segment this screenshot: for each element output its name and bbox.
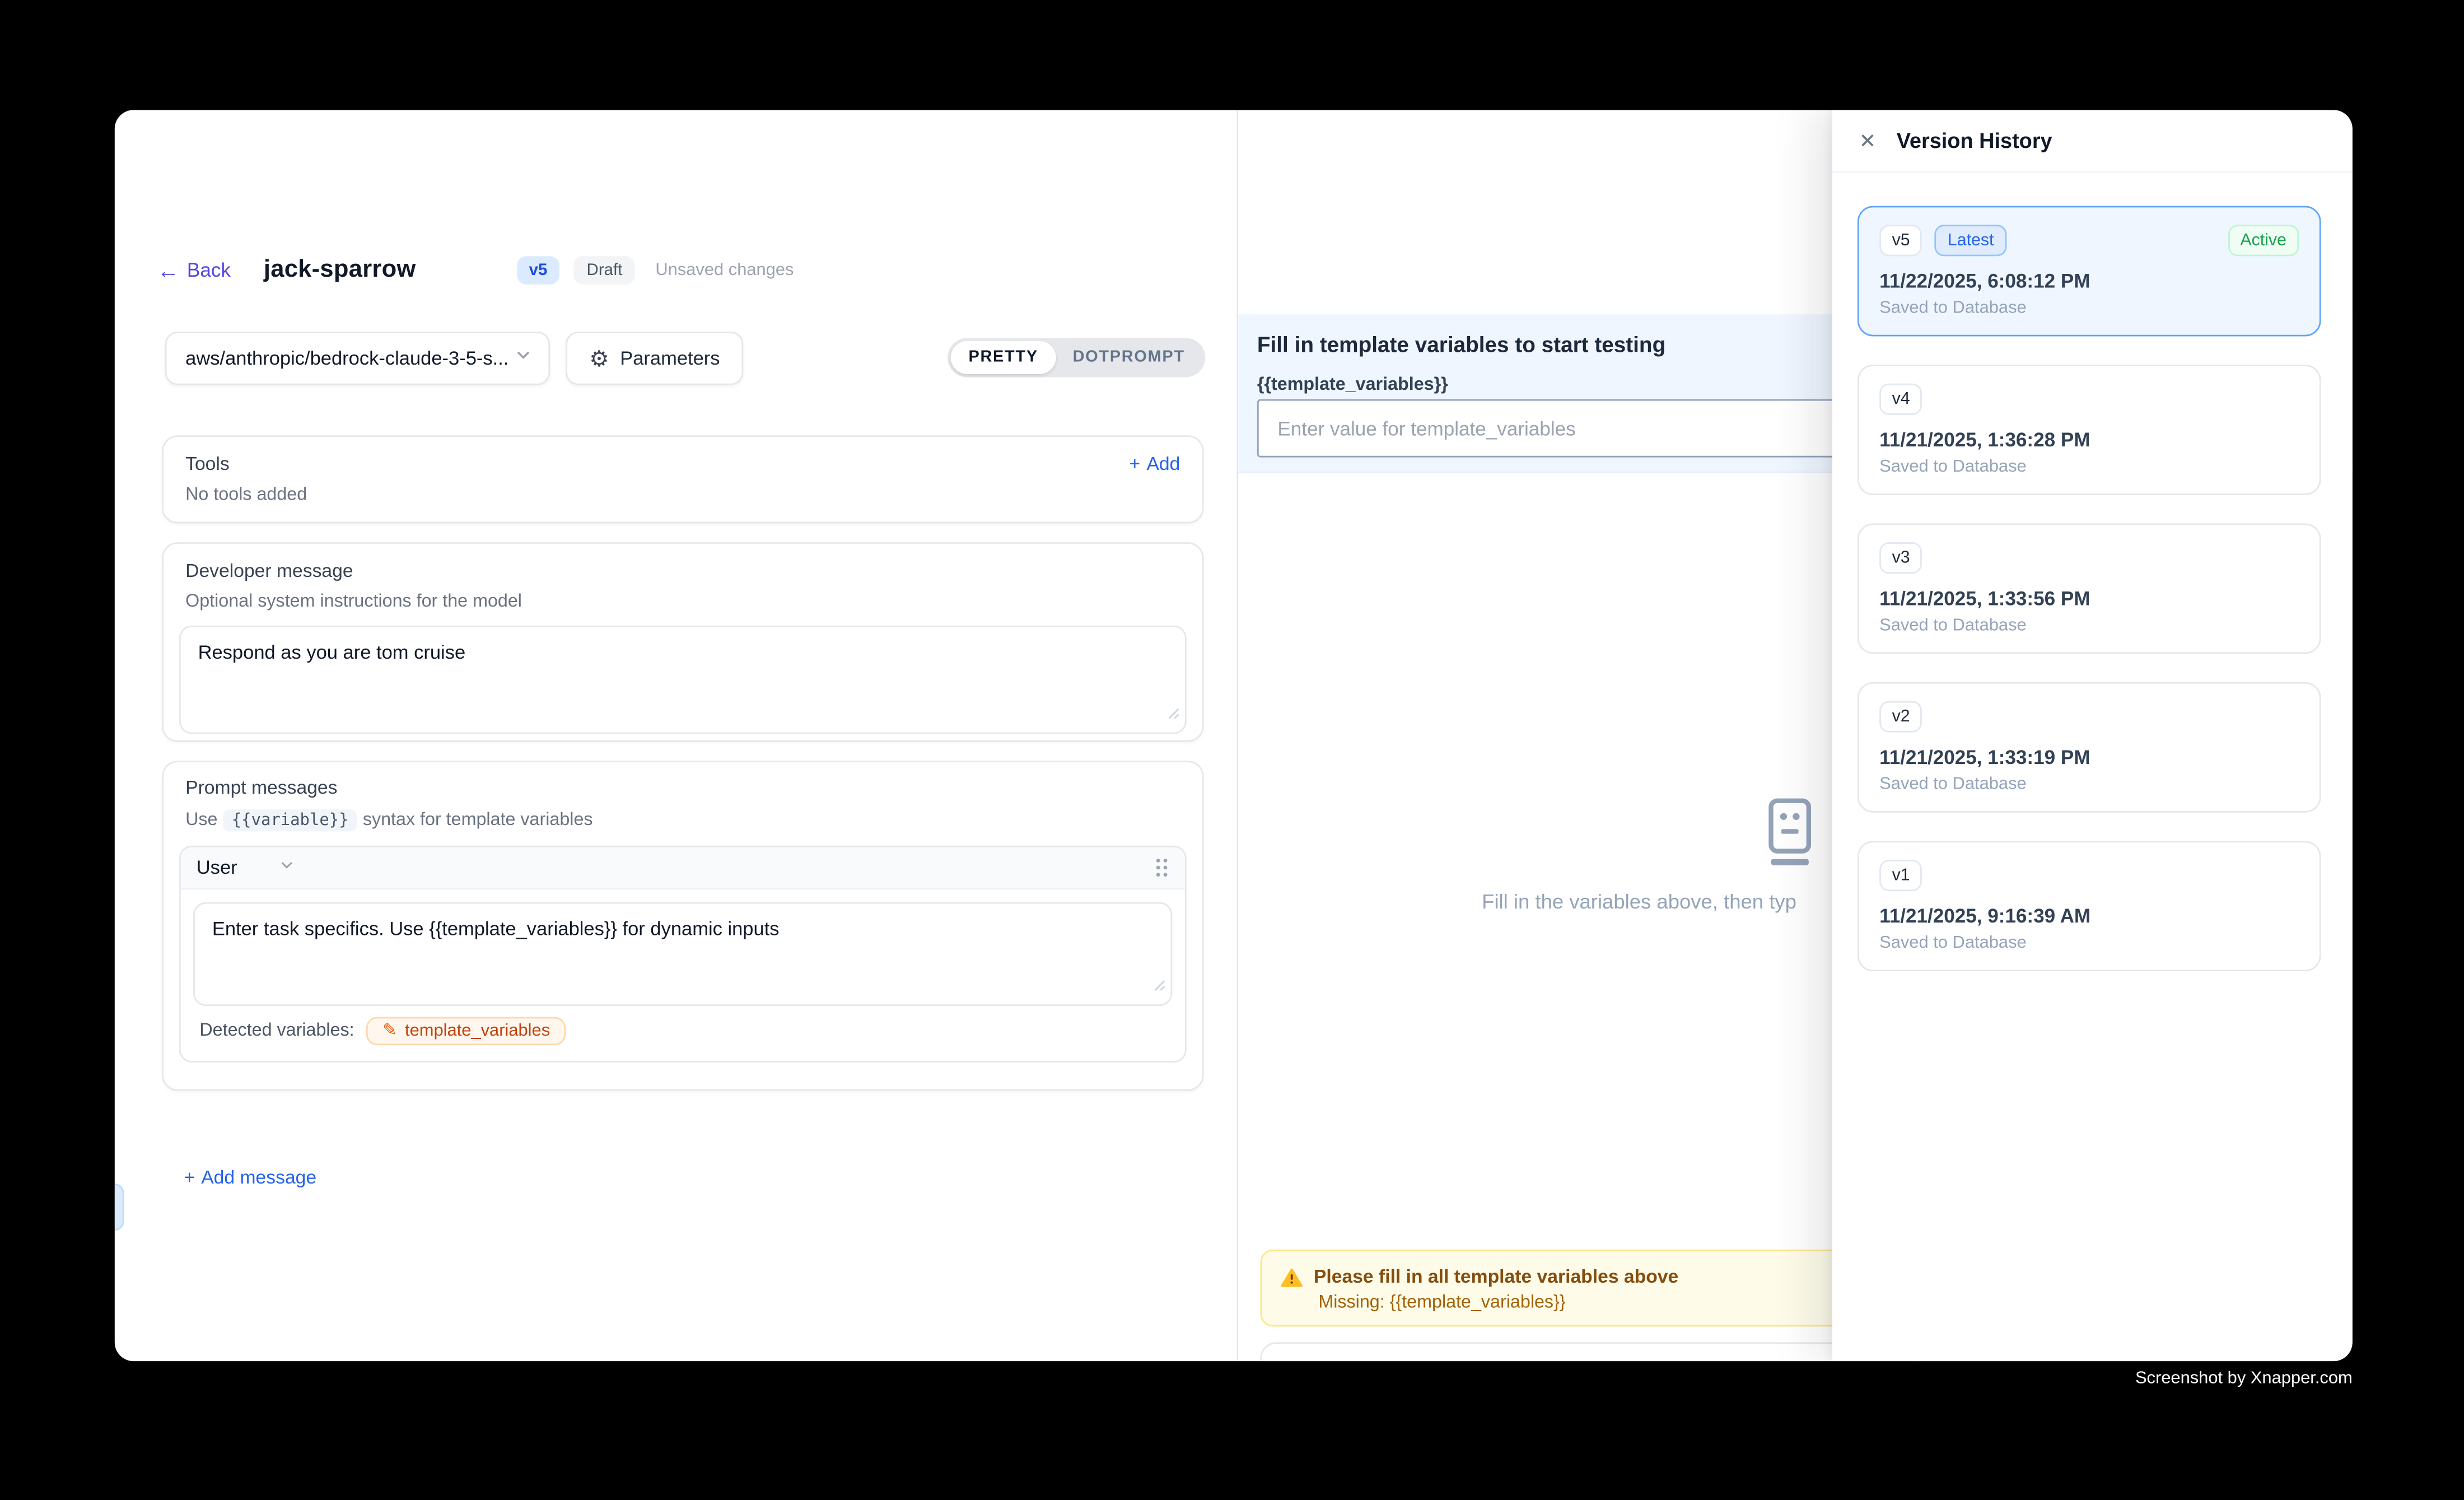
version-badge: v1 [1879, 860, 1922, 891]
prompt-editor-pane: ← Back jack-sparrow v5 Draft Unsaved cha… [115, 110, 1238, 1361]
developer-message-subtitle: Optional system instructions for the mod… [185, 593, 1186, 612]
close-icon[interactable]: ✕ [1859, 131, 1877, 151]
empty-state-text: Fill in the variables above, then typ [1482, 889, 1832, 913]
version-saved-status: Saved to Database [1879, 775, 2299, 794]
template-variable-name: template_variables [405, 1022, 550, 1041]
prompt-messages-section: Prompt messages Use {{variable}} syntax … [162, 761, 1203, 1091]
prompt-messages-title: Prompt messages [185, 776, 1186, 798]
version-badge: v5 [1879, 225, 1922, 256]
version-saved-status: Saved to Database [1879, 934, 2299, 953]
version-timestamp: 11/21/2025, 1:36:28 PM [1879, 429, 2299, 451]
tools-empty-text: No tools added [185, 486, 1180, 505]
collapsed-panel-peek [115, 1184, 124, 1231]
template-variable-badge[interactable]: ✎ template_variables [367, 1017, 566, 1046]
role-select[interactable]: User [197, 854, 296, 882]
version-saved-status: Saved to Database [1879, 616, 2299, 635]
version-badge: v4 [1879, 384, 1922, 415]
template-variable-label: {{template_variables}} [1257, 376, 1448, 395]
gear-icon: ⚙ [589, 347, 609, 369]
toggle-pretty[interactable]: PRETTY [951, 341, 1056, 374]
version-history-title: Version History [1897, 129, 2052, 152]
version-card[interactable]: v5 Latest Active 11/22/2025, 6:08:12 PM Save… [1858, 206, 2321, 337]
version-history-header: ✕ Version History [1832, 110, 2353, 173]
hint-prefix: Use [185, 811, 217, 830]
template-variable-input[interactable] [1257, 399, 1933, 458]
toggle-dotprompt[interactable]: DOTPROMPT [1056, 341, 1202, 374]
prompt-message-block: User [179, 846, 1187, 1063]
model-select[interactable]: aws/anthropic/bedrock-claude-3-5-s... [165, 332, 550, 385]
version-history-list: v5 Latest Active 11/22/2025, 6:08:12 PM Save… [1832, 173, 2353, 972]
back-label: Back [187, 259, 231, 281]
version-timestamp: 11/21/2025, 9:16:39 AM [1879, 905, 2299, 927]
chevron-down-icon [514, 344, 533, 373]
chevron-down-icon [278, 854, 296, 882]
bot-face-icon [1763, 799, 1816, 875]
detected-variables-row: Detected variables: ✎ template_variables [193, 1006, 1172, 1049]
version-history-panel: ✕ Version History v5 Latest Active 11/22/20… [1832, 110, 2353, 1361]
version-card[interactable]: v1 11/21/2025, 9:16:39 AM Saved to Databas… [1858, 841, 2321, 971]
version-badge: v2 [1879, 701, 1922, 733]
version-timestamp: 11/22/2025, 6:08:12 PM [1879, 271, 2299, 292]
version-card[interactable]: v4 11/21/2025, 1:36:28 PM Saved to Databas… [1858, 365, 2321, 495]
user-message-input[interactable]: Enter task specifics. Use {{template_var… [195, 904, 1171, 1005]
parameters-label: Parameters [620, 347, 720, 369]
plus-icon: + [1130, 453, 1141, 474]
version-saved-status: Saved to Database [1879, 299, 2299, 318]
resize-grip-icon[interactable] [1154, 971, 1166, 1000]
resize-grip-icon[interactable] [1168, 700, 1180, 728]
view-mode-toggle: PRETTY DOTPROMPT [948, 338, 1205, 377]
header-row: ← Back jack-sparrow v5 Draft Unsaved cha… [157, 255, 794, 286]
variable-code-chip: {{variable}} [224, 809, 357, 831]
tools-section: Tools + Add No tools added [162, 435, 1203, 523]
add-tool-button[interactable]: + Add [1130, 453, 1180, 474]
warning-detail: Missing: {{template_variables}} [1318, 1293, 1900, 1312]
add-message-label: Add message [201, 1166, 316, 1188]
version-timestamp: 11/21/2025, 1:33:56 PM [1879, 588, 2299, 609]
developer-message-input[interactable]: Respond as you are tom cruise [181, 627, 1185, 733]
screenshot-stage: ← Back jack-sparrow v5 Draft Unsaved cha… [0, 0, 2464, 1500]
role-select-value: User [197, 856, 237, 878]
tools-title: Tools [185, 453, 230, 474]
fill-variables-title: Fill in template variables to start test… [1257, 333, 1665, 357]
latest-badge: Latest [1935, 225, 2006, 256]
developer-message-title: Developer message [185, 560, 1186, 581]
app-window: ← Back jack-sparrow v5 Draft Unsaved cha… [115, 110, 2353, 1361]
page-title: jack-sparrow [264, 256, 416, 285]
add-message-button[interactable]: + Add message [184, 1166, 316, 1188]
developer-message-section: Developer message Optional system instru… [162, 542, 1203, 742]
xnapper-watermark: Screenshot by Xnapper.com [2135, 1369, 2353, 1388]
chat-input-stub[interactable] [1261, 1342, 1921, 1361]
version-card[interactable]: v2 11/21/2025, 1:33:19 PM Saved to Databas… [1858, 682, 2321, 813]
pencil-icon: ✎ [382, 1022, 397, 1040]
message-role-header: User [181, 847, 1185, 889]
warning-title: Please fill in all template variables ab… [1314, 1265, 1678, 1287]
back-arrow-icon: ← [157, 259, 179, 281]
version-badge: v3 [1879, 542, 1922, 574]
detected-variables-label: Detected variables: [199, 1022, 354, 1041]
parameters-button[interactable]: ⚙ Parameters [566, 332, 743, 385]
drag-handle-icon[interactable] [1154, 856, 1169, 878]
plus-icon: + [184, 1166, 195, 1188]
version-saved-status: Saved to Database [1879, 458, 2299, 477]
back-button[interactable]: ← Back [157, 259, 231, 281]
template-syntax-hint: Use {{variable}} syntax for template var… [185, 809, 1186, 831]
warning-triangle-icon [1281, 1266, 1303, 1286]
unsaved-changes-text: Unsaved changes [655, 261, 794, 280]
missing-variables-warning: Please fill in all template variables ab… [1261, 1250, 1921, 1327]
version-badge: v5 [516, 256, 560, 285]
model-select-value: aws/anthropic/bedrock-claude-3-5-s... [185, 347, 514, 369]
add-tool-label: Add [1146, 453, 1180, 474]
active-badge: Active [2228, 225, 2299, 256]
hint-suffix: syntax for template variables [363, 811, 593, 830]
version-timestamp: 11/21/2025, 1:33:19 PM [1879, 747, 2299, 768]
draft-badge: Draft [574, 256, 635, 285]
version-card[interactable]: v3 11/21/2025, 1:33:56 PM Saved to Databas… [1858, 523, 2321, 654]
toolbar-row: aws/anthropic/bedrock-claude-3-5-s... ⚙ … [165, 332, 1206, 385]
